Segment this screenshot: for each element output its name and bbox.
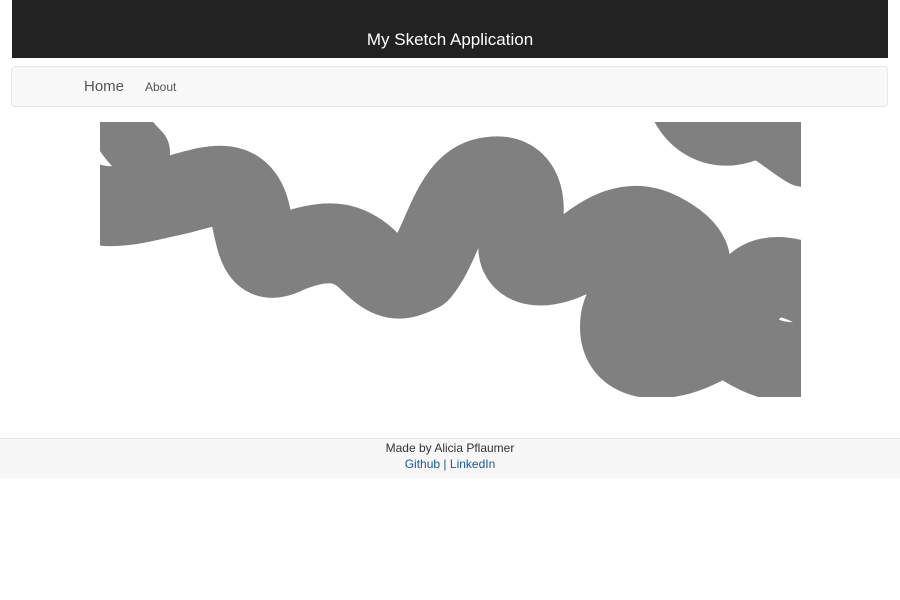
linkedin-link[interactable]: LinkedIn	[450, 457, 495, 471]
sketch-canvas[interactable]	[100, 122, 801, 397]
footer: Made by Alicia Pflaumer Github | LinkedI…	[0, 438, 900, 478]
footer-credit: Made by Alicia Pflaumer	[385, 441, 515, 455]
sketch-stroke-upper-right	[654, 122, 801, 187]
footer-links: Github | LinkedIn	[0, 457, 900, 471]
github-link[interactable]: Github	[405, 457, 440, 471]
sketch-stroke-main	[100, 136, 801, 397]
nav-home-link[interactable]: Home	[84, 78, 124, 95]
app-title: My Sketch Application	[366, 30, 534, 49]
footer-separator: |	[443, 457, 447, 471]
navbar: Home About	[11, 66, 888, 107]
sketch-stroke-right-edge	[710, 237, 801, 332]
nav-about-link[interactable]: About	[145, 80, 176, 94]
sketch-drawing	[100, 122, 801, 397]
sketch-stroke-top-left	[100, 122, 170, 182]
app-header: My Sketch Application	[12, 0, 888, 58]
